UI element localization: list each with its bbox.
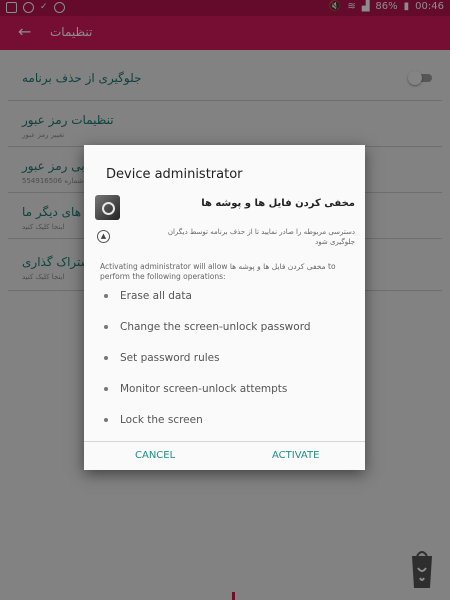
bullet [104,294,108,298]
operation-label: Change the screen-unlock password [120,321,311,333]
bullet [104,325,108,329]
app-name: مخفی کردن فایل ها و پوشه ها [201,198,355,209]
activating-text: Activating administrator will allow مخفی… [100,262,336,281]
bullet [104,418,108,422]
app-description: دسترسی مربوطه را صادر نمایید تا از حذف ب… [167,228,355,246]
operation-item: Erase all data [104,290,354,321]
bullet [104,356,108,360]
device-admin-dialog: Device administrator مخفی کردن فایل ها و… [84,145,365,470]
operation-item: Change the screen-unlock password [104,321,354,352]
dialog-divider [84,441,365,442]
operation-item: Set password rules [104,352,354,383]
expand-icon[interactable]: ▲ [97,230,110,243]
operation-label: Erase all data [120,290,192,302]
activate-button[interactable]: ACTIVATE [272,450,319,461]
bullet [104,387,108,391]
operation-label: Set password rules [120,352,220,364]
operation-item: Monitor screen-unlock attempts [104,383,354,414]
operation-label: Lock the screen [120,414,203,426]
operations-list: Erase all data Change the screen-unlock … [104,290,354,445]
operation-label: Monitor screen-unlock attempts [120,383,288,395]
dialog-title: Device administrator [106,167,243,182]
cancel-button[interactable]: CANCEL [135,450,175,461]
app-lock-icon [95,195,120,220]
